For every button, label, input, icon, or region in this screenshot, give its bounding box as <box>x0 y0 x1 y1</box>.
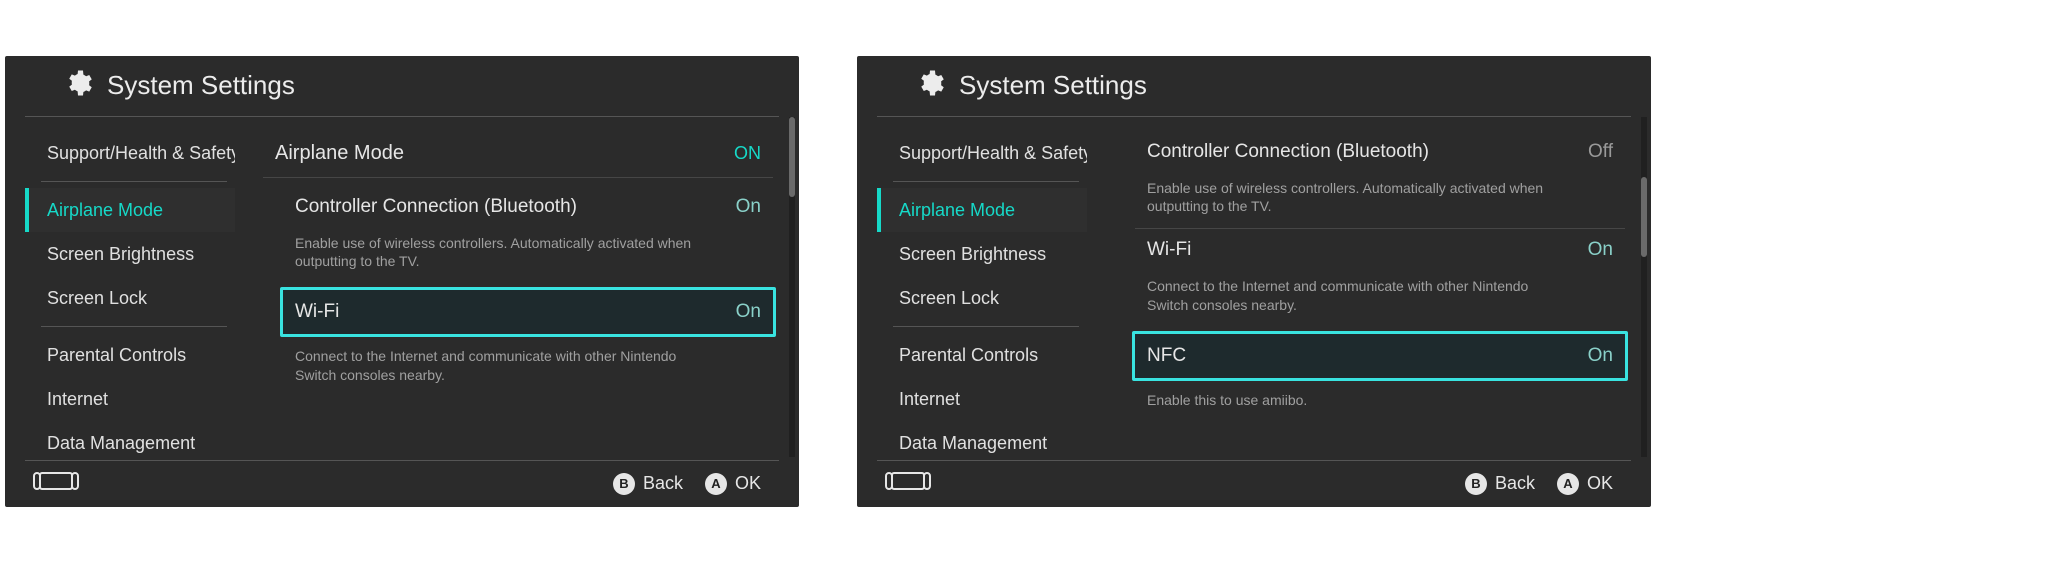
sidebar-item-label: Screen Lock <box>47 288 147 308</box>
row-description: Connect to the Internet and communicate … <box>1135 271 1579 327</box>
content-pane: Airplane Mode ON Controller Connection (… <box>235 117 799 457</box>
row-nfc[interactable]: NFC On <box>1132 331 1628 381</box>
hint-back[interactable]: B Back <box>1465 473 1535 495</box>
header: System Settings <box>25 56 779 117</box>
row-description: Enable this to use amiibo. <box>1135 385 1579 422</box>
row-value: On <box>736 196 761 218</box>
sidebar-item-internet[interactable]: Internet <box>25 377 235 421</box>
sidebar-item-screen-brightness[interactable]: Screen Brightness <box>877 232 1087 276</box>
row-airplane-mode[interactable]: Airplane Mode ON <box>263 131 773 178</box>
sidebar-item-label: Data Management <box>47 433 195 453</box>
row-label: Controller Connection (Bluetooth) <box>295 196 577 218</box>
sidebar-item-parental-controls[interactable]: Parental Controls <box>877 333 1087 377</box>
sidebar-item-label: Internet <box>47 389 108 409</box>
sidebar-item-label: Support/Health & Safety <box>47 143 235 163</box>
row-value: On <box>1588 345 1613 367</box>
body: Support/Health & Safety Airplane Mode Sc… <box>5 117 799 457</box>
sidebar-item-label: Internet <box>899 389 960 409</box>
sidebar-item-label: Parental Controls <box>47 345 186 365</box>
sidebar: Support/Health & Safety Airplane Mode Sc… <box>25 117 235 457</box>
page-title: System Settings <box>107 70 295 101</box>
sidebar-item-label: Screen Brightness <box>899 244 1046 264</box>
sidebar-item-screen-lock[interactable]: Screen Lock <box>877 276 1087 320</box>
divider <box>41 326 227 327</box>
controller-icon <box>885 470 931 497</box>
row-label: Wi-Fi <box>295 301 339 323</box>
hint-ok[interactable]: A OK <box>705 473 761 495</box>
row-wifi[interactable]: Wi-Fi On <box>1135 228 1625 271</box>
sidebar-item-data-management[interactable]: Data Management <box>877 421 1087 457</box>
screenshot-right: System Settings Support/Health & Safety … <box>857 56 1651 507</box>
scrollbar[interactable] <box>1641 117 1647 457</box>
row-value: Off <box>1588 141 1613 163</box>
row-wifi[interactable]: Wi-Fi On <box>280 287 776 337</box>
hint-label: Back <box>643 473 683 494</box>
content-pane: Controller Connection (Bluetooth) Off En… <box>1087 117 1651 457</box>
gear-icon <box>63 68 93 103</box>
sidebar-item-airplane-mode[interactable]: Airplane Mode <box>877 188 1087 232</box>
footer: B Back A OK <box>877 460 1631 507</box>
sidebar-item-label: Screen Lock <box>899 288 999 308</box>
subrows: Controller Connection (Bluetooth) Off En… <box>1115 131 1625 422</box>
sidebar-item-screen-lock[interactable]: Screen Lock <box>25 276 235 320</box>
row-value: On <box>736 301 761 323</box>
body: Support/Health & Safety Airplane Mode Sc… <box>857 117 1651 457</box>
row-label: Controller Connection (Bluetooth) <box>1147 141 1429 163</box>
controller-icon <box>33 470 79 497</box>
scrollbar[interactable] <box>789 117 795 457</box>
sidebar-item-label: Data Management <box>899 433 1047 453</box>
scrollbar-thumb[interactable] <box>1641 177 1647 257</box>
sidebar-item-label: Screen Brightness <box>47 244 194 264</box>
row-label: Airplane Mode <box>275 142 404 165</box>
screenshot-left: System Settings Support/Health & Safety … <box>5 56 799 507</box>
row-description: Connect to the Internet and communicate … <box>283 341 727 397</box>
a-button-icon: A <box>1557 473 1579 495</box>
sidebar-item-label: Parental Controls <box>899 345 1038 365</box>
sidebar-item-label: Support/Health & Safety <box>899 143 1087 163</box>
footer: B Back A OK <box>25 460 779 507</box>
scrollbar-thumb[interactable] <box>789 117 795 197</box>
header: System Settings <box>877 56 1631 117</box>
subrows: Controller Connection (Bluetooth) On Ena… <box>263 178 773 398</box>
row-value: On <box>1588 239 1613 261</box>
sidebar-item-screen-brightness[interactable]: Screen Brightness <box>25 232 235 276</box>
row-label: Wi-Fi <box>1147 239 1191 261</box>
row-controller-bluetooth[interactable]: Controller Connection (Bluetooth) Off <box>1135 131 1625 173</box>
divider <box>41 181 227 182</box>
row-value: ON <box>734 143 761 164</box>
gear-icon <box>915 68 945 103</box>
sidebar: Support/Health & Safety Airplane Mode Sc… <box>877 117 1087 457</box>
hint-label: OK <box>735 473 761 494</box>
hint-back[interactable]: B Back <box>613 473 683 495</box>
hint-label: OK <box>1587 473 1613 494</box>
sidebar-item-support[interactable]: Support/Health & Safety <box>877 131 1087 175</box>
page-title: System Settings <box>959 70 1147 101</box>
sidebar-item-data-management[interactable]: Data Management <box>25 421 235 457</box>
row-description: Enable use of wireless controllers. Auto… <box>1135 173 1579 229</box>
b-button-icon: B <box>1465 473 1487 495</box>
hint-label: Back <box>1495 473 1535 494</box>
sidebar-item-internet[interactable]: Internet <box>877 377 1087 421</box>
b-button-icon: B <box>613 473 635 495</box>
sidebar-item-parental-controls[interactable]: Parental Controls <box>25 333 235 377</box>
hint-ok[interactable]: A OK <box>1557 473 1613 495</box>
sidebar-item-label: Airplane Mode <box>899 200 1015 220</box>
row-description: Enable use of wireless controllers. Auto… <box>283 228 727 284</box>
divider <box>893 181 1079 182</box>
row-label: NFC <box>1147 345 1186 367</box>
divider <box>893 326 1079 327</box>
sidebar-item-airplane-mode[interactable]: Airplane Mode <box>25 188 235 232</box>
sidebar-item-support[interactable]: Support/Health & Safety <box>25 131 235 175</box>
sidebar-item-label: Airplane Mode <box>47 200 163 220</box>
row-controller-bluetooth[interactable]: Controller Connection (Bluetooth) On <box>283 186 773 228</box>
a-button-icon: A <box>705 473 727 495</box>
